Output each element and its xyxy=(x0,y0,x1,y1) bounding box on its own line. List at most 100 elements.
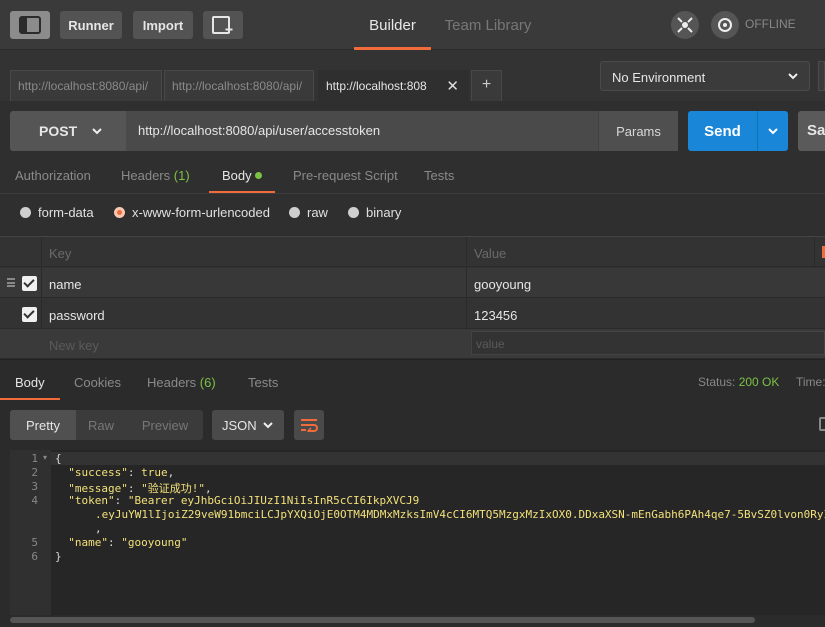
radio-form-data[interactable]: form-data xyxy=(20,205,94,220)
radio-x-www-form-urlencoded[interactable]: x-www-form-urlencoded xyxy=(114,205,270,220)
format-label: JSON xyxy=(222,418,257,433)
tab-prerequest-script[interactable]: Pre-request Script xyxy=(293,160,398,193)
sync-status-button[interactable] xyxy=(711,11,739,39)
request-tab[interactable]: http://localhost:8080/api/ xyxy=(164,70,314,101)
import-button[interactable]: Import xyxy=(133,11,193,39)
new-key-input[interactable]: New key xyxy=(41,329,466,359)
line-number: 5 xyxy=(31,536,38,549)
view-preview-button[interactable]: Preview xyxy=(128,410,202,440)
divider xyxy=(814,237,815,267)
radio-circle xyxy=(348,207,359,218)
key-column-header: Key xyxy=(49,246,72,261)
status-label: Status: xyxy=(698,375,736,389)
chevron-down-icon xyxy=(768,128,778,135)
response-tab-headers[interactable]: Headers (6) xyxy=(147,366,216,400)
line-number: 6 xyxy=(31,550,38,563)
key-cell[interactable]: password xyxy=(41,299,466,329)
chevron-down-icon xyxy=(788,73,798,80)
code-line: "success": true, xyxy=(68,466,175,479)
json-key: "name" xyxy=(68,536,108,549)
response-tab-body[interactable]: Body xyxy=(0,366,60,400)
tab-body[interactable]: Body xyxy=(209,160,275,193)
code-line-wrapped: .eyJuYW1lIjoiZ29veW91bmciLCJpYXQiOjE0OTM… xyxy=(95,508,825,521)
json-value: "gooyoung" xyxy=(121,536,188,549)
request-tab-active[interactable]: http://localhost:808 ✕ xyxy=(318,70,469,101)
code-line: } xyxy=(55,550,62,563)
active-line-highlight xyxy=(51,452,825,465)
send-options-button[interactable] xyxy=(757,111,788,151)
tab-team-library[interactable]: Team Library xyxy=(440,0,536,50)
url-input[interactable]: http://localhost:8080/api/user/accesstok… xyxy=(126,111,598,151)
line-number: 4 xyxy=(31,494,38,507)
add-tab-button[interactable]: + xyxy=(471,70,502,101)
environment-select[interactable]: No Environment xyxy=(600,61,810,91)
response-tab-tests[interactable]: Tests xyxy=(248,366,278,400)
request-tab-label: http://localhost:808 xyxy=(326,79,427,93)
radio-label: x-www-form-urlencoded xyxy=(132,205,270,220)
sidebar-icon xyxy=(19,16,41,34)
code-line-wrapped: , xyxy=(95,522,102,535)
params-button[interactable]: Params xyxy=(598,111,678,151)
tab-tests[interactable]: Tests xyxy=(424,160,454,193)
table-header-row: Key Value xyxy=(0,237,825,267)
runner-button[interactable]: Runner xyxy=(60,11,122,39)
row-checkbox[interactable] xyxy=(22,276,37,291)
tab-headers-label: Headers xyxy=(121,168,171,183)
save-button[interactable]: Save xyxy=(798,111,825,151)
radio-binary[interactable]: binary xyxy=(348,205,401,220)
response-headers-count: (6) xyxy=(199,375,216,390)
environment-label: No Environment xyxy=(612,70,706,85)
sync-icon xyxy=(718,18,732,32)
tab-headers[interactable]: Headers (1) xyxy=(121,160,190,193)
line-number: 1 xyxy=(31,452,38,465)
drag-handle-icon[interactable] xyxy=(7,278,15,287)
request-tab[interactable]: http://localhost:8080/api/ xyxy=(10,70,162,101)
env-quicklook-button[interactable] xyxy=(818,61,825,91)
satellite-icon xyxy=(677,17,693,33)
value-column-header: Value xyxy=(474,246,507,261)
line-number: 3 xyxy=(31,480,38,493)
status-value: 200 OK xyxy=(738,375,780,389)
radio-raw[interactable]: raw xyxy=(289,205,328,220)
method-label: POST xyxy=(39,123,78,139)
view-pretty-button[interactable]: Pretty xyxy=(10,410,76,440)
horizontal-scrollbar[interactable] xyxy=(10,617,755,623)
fold-arrow-icon[interactable]: ▾ xyxy=(43,453,47,462)
headers-count: (1) xyxy=(173,168,190,183)
body-indicator-dot xyxy=(254,172,262,179)
copy-icon[interactable] xyxy=(819,417,825,431)
json-value: true xyxy=(141,466,168,479)
json-key: "token" xyxy=(68,494,115,507)
wrap-lines-button[interactable] xyxy=(294,410,324,440)
key-cell[interactable]: name xyxy=(41,268,466,298)
interceptor-button[interactable] xyxy=(671,11,699,39)
chevron-down-icon xyxy=(263,422,273,429)
send-button[interactable]: Send xyxy=(688,111,757,151)
radio-circle-selected xyxy=(114,207,125,218)
value-cell[interactable]: gooyoung xyxy=(466,268,825,298)
response-time-label: Time: xyxy=(796,375,825,389)
table-row: name gooyoung xyxy=(0,268,825,298)
code-line: "token": "Bearer eyJhbGciOiJIUzI1NiIsInR… xyxy=(68,494,420,507)
new-value-input[interactable]: value xyxy=(471,331,825,355)
response-tab-cookies[interactable]: Cookies xyxy=(74,366,121,400)
value-cell[interactable]: 123456 xyxy=(466,299,825,329)
method-select[interactable]: POST xyxy=(10,111,126,151)
close-tab-icon[interactable]: ✕ xyxy=(446,77,459,95)
radio-circle xyxy=(289,207,300,218)
line-number: 2 xyxy=(31,466,38,479)
offline-status: OFFLINE xyxy=(745,17,796,31)
row-checkbox[interactable] xyxy=(22,307,37,322)
view-raw-button[interactable]: Raw xyxy=(76,410,126,440)
format-select[interactable]: JSON xyxy=(212,410,284,440)
code-line: { xyxy=(55,452,62,465)
tab-body-label: Body xyxy=(222,168,252,183)
wrap-lines-icon xyxy=(301,419,318,432)
json-value: "Bearer eyJhbGciOiJIUzI1NiIsInR5cCI6IkpX… xyxy=(127,494,420,507)
new-window-icon xyxy=(212,16,233,34)
new-window-button[interactable] xyxy=(203,11,243,39)
toggle-sidebar-button[interactable] xyxy=(10,11,50,39)
tab-authorization[interactable]: Authorization xyxy=(15,160,91,193)
table-row: password 123456 xyxy=(0,299,825,329)
tab-builder[interactable]: Builder xyxy=(354,0,431,50)
